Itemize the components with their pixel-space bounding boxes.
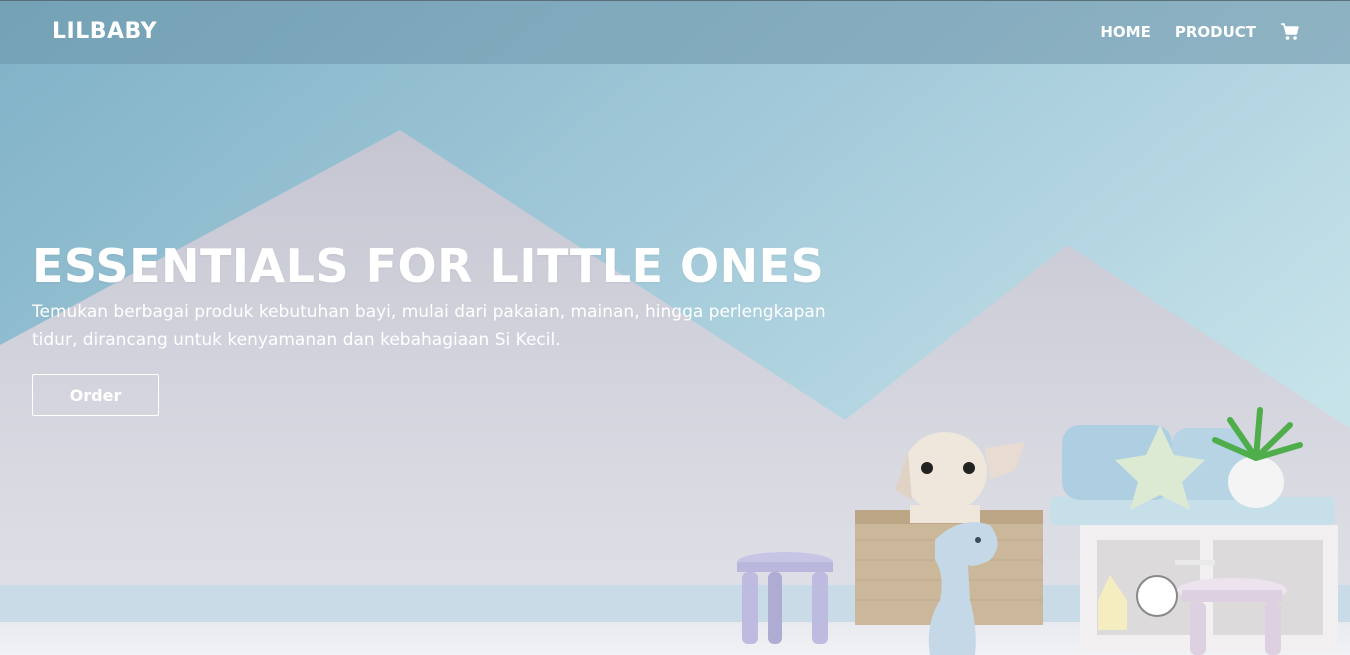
hero-subtitle: Temukan berbagai produk kebutuhan bayi, …	[32, 302, 826, 350]
hero-section: LILBABY HOME PRODUCT ESSENTIALS FOR LITT…	[0, 0, 1350, 655]
pillows-illustration	[1062, 425, 1247, 510]
brand-logo[interactable]: LILBABY	[52, 19, 157, 44]
hero-content: ESSENTIALS FOR LITTLE ONES Temukan berba…	[32, 238, 892, 416]
order-button[interactable]: Order	[32, 374, 159, 416]
nav-link-home[interactable]: HOME	[1100, 23, 1150, 41]
nav-links: HOME PRODUCT	[1100, 23, 1300, 41]
hero-title: ESSENTIALS FOR LITTLE ONES	[32, 239, 825, 293]
nav-link-product[interactable]: PRODUCT	[1175, 23, 1256, 41]
navbar: LILBABY HOME PRODUCT	[0, 0, 1350, 64]
shopping-cart-icon[interactable]	[1280, 23, 1300, 41]
